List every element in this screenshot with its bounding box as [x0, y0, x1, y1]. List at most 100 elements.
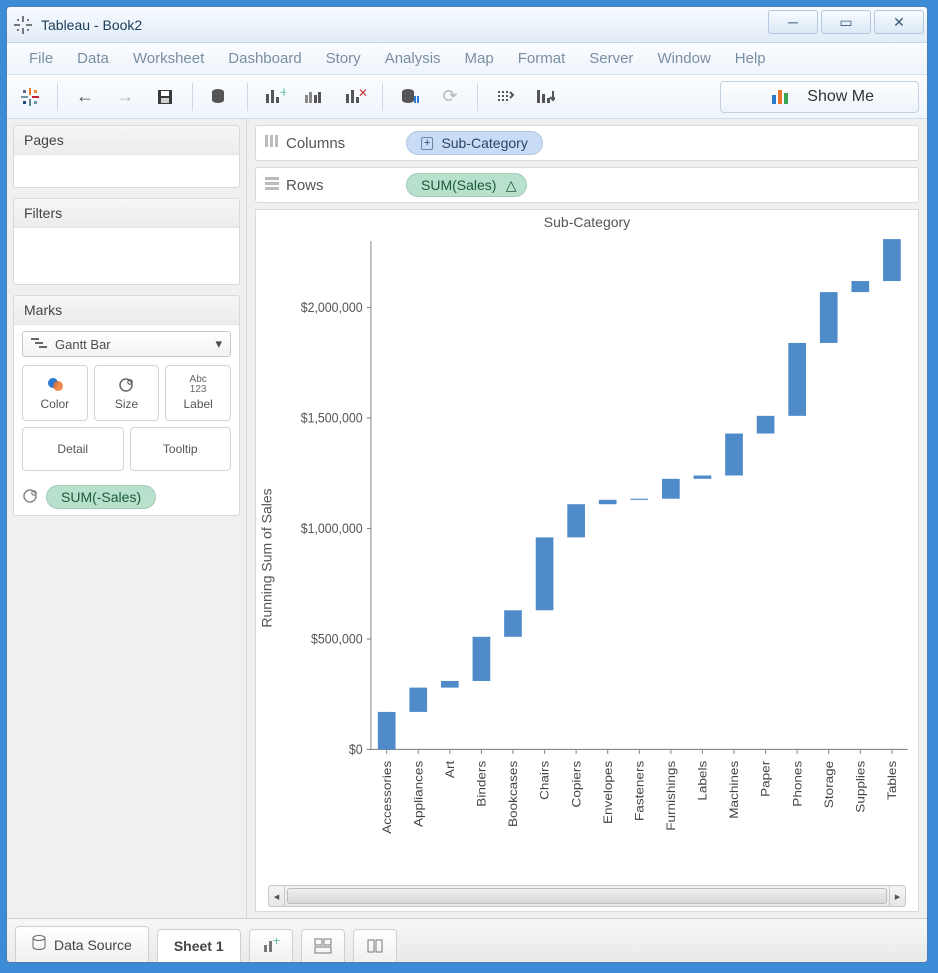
- label-icon: Abc123: [190, 376, 207, 394]
- menu-data[interactable]: Data: [65, 46, 121, 71]
- menu-help[interactable]: Help: [723, 46, 778, 71]
- chart-title: Sub-Category: [256, 210, 918, 230]
- horizontal-scrollbar[interactable]: ◂ ▸: [268, 885, 906, 907]
- filters-shelf[interactable]: [14, 228, 239, 284]
- menu-worksheet[interactable]: Worksheet: [121, 46, 216, 71]
- pause-auto-updates-button[interactable]: [395, 82, 425, 112]
- marks-color[interactable]: Color: [22, 365, 88, 421]
- marks-label-label: Label: [183, 397, 212, 411]
- svg-text:＋: ＋: [272, 938, 280, 946]
- delta-icon: △: [506, 177, 517, 194]
- minimize-button[interactable]: ─: [768, 10, 818, 34]
- maximize-button[interactable]: ▭: [821, 10, 871, 34]
- back-button[interactable]: ←: [70, 82, 100, 112]
- pages-header: Pages: [14, 126, 239, 155]
- shelves: Columns + Sub-Category Rows: [247, 119, 927, 209]
- app-window: Tableau - Book2 ─ ▭ ✕ File Data Workshee…: [6, 6, 928, 963]
- duplicate-sheet-button[interactable]: [300, 82, 330, 112]
- swap-button[interactable]: [490, 82, 520, 112]
- marks-tooltip[interactable]: Tooltip: [130, 427, 232, 471]
- marks-header: Marks: [14, 296, 239, 325]
- plus-icon: +: [421, 137, 433, 150]
- columns-pill[interactable]: + Sub-Category: [406, 131, 543, 155]
- pages-shelf[interactable]: [14, 155, 239, 187]
- size-icon: [22, 488, 38, 507]
- marks-tooltip-label: Tooltip: [163, 442, 198, 456]
- clear-sheet-button[interactable]: ✕: [340, 82, 370, 112]
- close-button[interactable]: ✕: [874, 10, 924, 34]
- scroll-left-button[interactable]: ◂: [269, 886, 285, 906]
- svg-text:$0: $0: [349, 741, 363, 757]
- show-me-button[interactable]: Show Me: [720, 81, 919, 113]
- new-dashboard-tab[interactable]: [301, 929, 345, 962]
- worksheet-area: Columns + Sub-Category Rows: [247, 119, 927, 918]
- toolbar-separator: [477, 83, 478, 111]
- data-source-icon: [32, 935, 46, 954]
- gantt-icon: [31, 337, 47, 352]
- y-axis-label: Running Sum of Sales: [256, 230, 278, 885]
- tab-label: Sheet 1: [174, 938, 224, 954]
- rows-icon: [264, 176, 280, 194]
- toolbar-separator: [247, 83, 248, 111]
- refresh-button[interactable]: ⟳: [435, 82, 465, 112]
- menu-format[interactable]: Format: [506, 46, 578, 71]
- marks-color-label: Color: [40, 397, 69, 411]
- pill-label: SUM(Sales): [421, 177, 496, 193]
- forward-button[interactable]: →: [110, 82, 140, 112]
- new-worksheet-button[interactable]: ＋: [260, 82, 290, 112]
- chart-canvas[interactable]: $0 $500,000 $1,000,000 $1,500,000 $2,000,000…: [278, 230, 918, 885]
- marks-detail[interactable]: Detail: [22, 427, 124, 471]
- svg-text:Binders: Binders: [474, 760, 488, 806]
- rows-pill[interactable]: SUM(Sales) △: [406, 173, 527, 197]
- sort-button[interactable]: [530, 82, 560, 112]
- titlebar: Tableau - Book2 ─ ▭ ✕: [7, 7, 927, 43]
- menu-analysis[interactable]: Analysis: [373, 46, 453, 71]
- marks-size[interactable]: Size: [94, 365, 160, 421]
- filters-header: Filters: [14, 199, 239, 228]
- data-source-button[interactable]: [205, 82, 235, 112]
- new-story-tab[interactable]: [353, 929, 397, 962]
- tab-label: Data Source: [54, 937, 132, 953]
- sum-neg-sales-pill[interactable]: SUM(-Sales): [46, 485, 156, 509]
- toolbar-separator: [382, 83, 383, 111]
- pill-label: Sub-Category: [441, 135, 527, 151]
- svg-text:Machines: Machines: [727, 760, 741, 818]
- mark-type-select[interactable]: Gantt Bar ▾: [22, 331, 231, 357]
- svg-text:$500,000: $500,000: [311, 631, 363, 647]
- columns-icon: [264, 134, 280, 152]
- rows-shelf[interactable]: Rows SUM(Sales) △: [255, 167, 919, 203]
- menu-window[interactable]: Window: [645, 46, 722, 71]
- side-column: Pages Filters Marks Gantt Bar: [7, 119, 247, 918]
- marks-size-pill-row: SUM(-Sales): [22, 485, 231, 509]
- menu-server[interactable]: Server: [577, 46, 645, 71]
- marks-label[interactable]: Abc123 Label: [165, 365, 231, 421]
- svg-text:Art: Art: [443, 760, 457, 778]
- menu-dashboard[interactable]: Dashboard: [216, 46, 313, 71]
- menu-story[interactable]: Story: [314, 46, 373, 71]
- columns-label: Columns: [286, 135, 345, 152]
- scrollbar-thumb[interactable]: [287, 888, 887, 904]
- menu-file[interactable]: File: [17, 46, 65, 71]
- tab-sheet-1[interactable]: Sheet 1: [157, 929, 241, 962]
- svg-text:Fasteners: Fasteners: [632, 760, 646, 821]
- columns-shelf[interactable]: Columns + Sub-Category: [255, 125, 919, 161]
- show-me-label: Show Me: [807, 88, 874, 106]
- svg-text:$2,000,000: $2,000,000: [301, 300, 363, 316]
- toolbar: ← → ＋ ✕ ⟳ Show Me: [7, 75, 927, 119]
- svg-text:$1,500,000: $1,500,000: [301, 410, 363, 426]
- svg-text:Accessories: Accessories: [379, 760, 393, 834]
- tab-data-source[interactable]: Data Source: [15, 926, 149, 962]
- svg-text:Copiers: Copiers: [569, 760, 583, 807]
- svg-text:$1,000,000: $1,000,000: [301, 521, 363, 537]
- tableau-logo-button[interactable]: [15, 82, 45, 112]
- svg-text:Phones: Phones: [790, 760, 804, 806]
- svg-text:Envelopes: Envelopes: [600, 760, 614, 824]
- new-worksheet-tab[interactable]: ＋: [249, 929, 293, 962]
- scroll-right-button[interactable]: ▸: [889, 886, 905, 906]
- window-buttons: ─ ▭ ✕: [768, 7, 927, 37]
- menu-map[interactable]: Map: [453, 46, 506, 71]
- save-button[interactable]: [150, 82, 180, 112]
- svg-text:Appliances: Appliances: [411, 760, 425, 827]
- filters-panel: Filters: [13, 198, 240, 285]
- marks-size-label: Size: [115, 397, 138, 411]
